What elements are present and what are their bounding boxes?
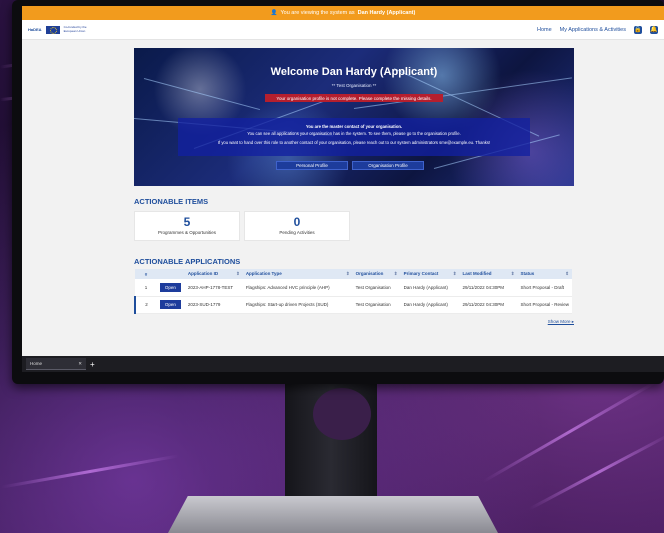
table-row: 1 Open 2023-AHP-1778-TEST Flagships: Adv… xyxy=(135,279,572,297)
last-modified: 29/11/2022 04:30PM xyxy=(459,279,518,297)
nav-my-applications[interactable]: My Applications & Activities xyxy=(560,27,626,33)
show-more-link[interactable]: Show More ▸ xyxy=(134,319,574,325)
actionable-applications-title: ACTIONABLE APPLICATIONS xyxy=(134,257,241,266)
col-status[interactable]: Status ⇕ xyxy=(517,269,572,279)
logo[interactable]: HaDEA Co-funded by the European Union xyxy=(28,25,88,34)
banner-text: You are viewing the system as xyxy=(280,10,355,16)
lock-icon[interactable]: 🔒 xyxy=(634,25,642,34)
tab-label: Home xyxy=(30,361,43,366)
card-count: 5 xyxy=(183,215,191,229)
card-count: 0 xyxy=(293,215,301,229)
card-pending-activities[interactable]: 0 Pending Activities xyxy=(244,211,350,241)
user-icon: 👤 xyxy=(270,10,278,16)
organisation: Test Organisation xyxy=(352,296,401,314)
impersonation-banner: 👤 You are viewing the system as Dan Hard… xyxy=(22,6,664,20)
eu-flag-icon xyxy=(45,25,60,34)
monitor: 👤 You are viewing the system as Dan Hard… xyxy=(12,0,664,384)
card-programmes[interactable]: 5 Programmes & Opportunities xyxy=(134,211,240,241)
actionable-items-title: ACTIONABLE ITEMS xyxy=(134,197,209,206)
col-application-type[interactable]: Application Type ⇕ xyxy=(243,269,353,279)
application-id: 2023-AHP-1778-TEST xyxy=(184,279,243,297)
organisation-profile-button[interactable]: Organisation Profile xyxy=(352,161,424,170)
open-button[interactable]: Open xyxy=(159,282,181,292)
bell-icon[interactable]: 🔔 xyxy=(650,25,658,34)
eu-caption: Co-funded by the European Union xyxy=(63,25,87,33)
col-action xyxy=(157,269,185,279)
main-content: Welcome Dan Hardy (Applicant) ** Test Or… xyxy=(134,48,574,325)
profile-incomplete-alert: Your organisation profile is not complet… xyxy=(265,94,443,102)
banner-user: Dan Hardy (Applicant) xyxy=(357,10,416,16)
nav-home[interactable]: Home xyxy=(537,27,552,33)
logo-text: HaDEA xyxy=(28,27,42,32)
browser-tab-strip: Home ✕ + xyxy=(22,356,664,372)
organisation-name: ** Test Organisation ** xyxy=(331,83,377,88)
primary-contact: Dan Hardy (Applicant) xyxy=(400,279,460,297)
browser-tab-home[interactable]: Home ✕ xyxy=(26,358,86,370)
col-application-id[interactable]: Application ID ⇕ xyxy=(185,269,243,279)
status: Short Proposal - Review xyxy=(517,296,572,314)
col-primary-contact[interactable]: Primary Contact ⇕ xyxy=(401,269,460,279)
primary-contact: Dan Hardy (Applicant) xyxy=(400,296,460,314)
organisation: Test Organisation xyxy=(352,279,401,297)
monitor-stand-hole xyxy=(313,388,371,440)
panel-handover-text: If you want to hand over this role to an… xyxy=(217,140,491,145)
top-navigation: HaDEA Co-funded by the European Union Ho… xyxy=(22,20,664,40)
close-icon[interactable]: ✕ xyxy=(78,361,82,367)
screen: 👤 You are viewing the system as Dan Hard… xyxy=(22,6,664,372)
panel-text: You can see all applications your organi… xyxy=(247,130,461,136)
welcome-hero: Welcome Dan Hardy (Applicant) ** Test Or… xyxy=(134,48,574,186)
col-number: # xyxy=(144,271,148,277)
master-contact-panel: You are the master contact of your organ… xyxy=(178,118,530,156)
table-row: 2 Open 2023-SUD-1779 Flagships: Start-up… xyxy=(134,296,572,314)
row-number: 1 xyxy=(135,279,157,297)
card-label: Programmes & Opportunities xyxy=(157,230,217,235)
col-last-modified[interactable]: Last Modified ⇕ xyxy=(460,269,518,279)
application-type: Flagships: Start-up driven Projects (SUD… xyxy=(242,296,353,314)
welcome-title: Welcome Dan Hardy (Applicant) xyxy=(270,66,438,78)
application-id: 2023-SUD-1779 xyxy=(184,296,243,314)
monitor-stand-base xyxy=(168,496,498,533)
card-label: Pending Activities xyxy=(279,230,315,235)
status: Short Proposal - Draft xyxy=(517,279,572,297)
new-tab-icon[interactable]: + xyxy=(90,360,95,369)
personal-profile-button[interactable]: Personal Profile xyxy=(276,161,348,170)
last-modified: 29/11/2022 04:30PM xyxy=(459,296,518,314)
row-number: 2 xyxy=(134,296,157,314)
open-button[interactable]: Open xyxy=(159,300,181,309)
applications-table: # Application ID ⇕ Application Type ⇕ Orga… xyxy=(134,269,572,314)
col-organisation[interactable]: Organisation ⇕ xyxy=(353,269,401,279)
application-type: Flagships: Advanced HVC principle (AHP) xyxy=(242,279,353,297)
